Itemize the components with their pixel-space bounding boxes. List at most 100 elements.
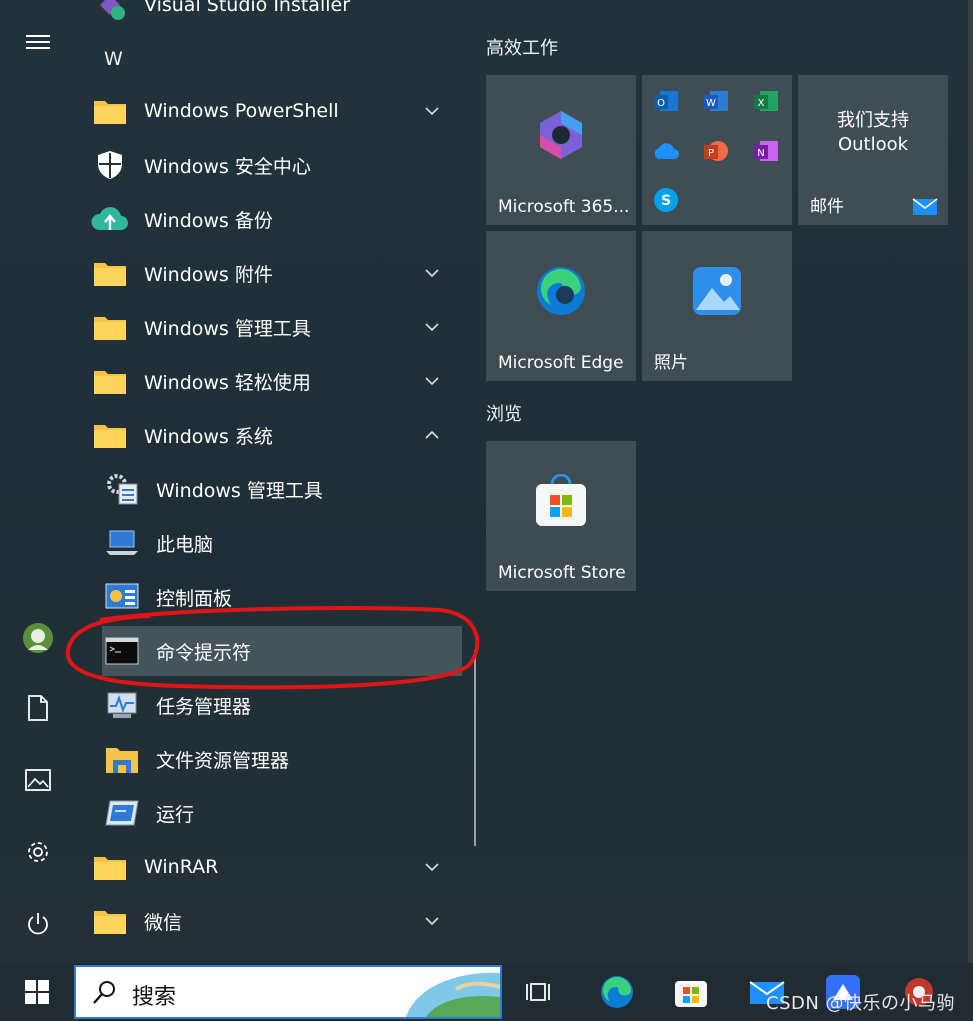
chevron-down-icon [425, 917, 439, 926]
pictures-icon[interactable] [12, 754, 64, 806]
app-subitem-task-manager[interactable]: 任务管理器 [102, 680, 462, 730]
onedrive-icon [652, 137, 680, 165]
app-subitem-command-prompt[interactable]: 命令提示符 [102, 626, 462, 676]
photos-icon [642, 231, 792, 351]
chevron-down-icon [425, 377, 439, 386]
search-box[interactable]: 搜索 [74, 965, 502, 1019]
section-letter: W [104, 48, 123, 70]
app-item-label: WinRAR [144, 856, 219, 878]
group-title-productivity: 高效工作 [486, 38, 558, 59]
windows-start-icon[interactable] [16, 971, 58, 1013]
chevron-up-icon [425, 430, 439, 439]
task-view-icon[interactable] [518, 971, 560, 1013]
svg-text:N: N [757, 148, 764, 159]
chevron-down-icon [425, 863, 439, 872]
this-pc-icon [102, 523, 142, 563]
outlook-icon: O [652, 87, 680, 115]
outlook-promo-text: 我们支持 Outlook [798, 109, 948, 157]
run-icon [102, 793, 142, 833]
app-list: Visual Studio Installer W Windows PowerS… [76, 0, 476, 963]
app-item-label: Windows PowerShell [144, 100, 339, 122]
folder-icon [90, 847, 130, 887]
app-item-label: 任务管理器 [156, 695, 252, 718]
skype-icon: S [652, 186, 680, 214]
app-item-label: 控制面板 [156, 587, 233, 610]
group-title-browse: 浏览 [486, 404, 522, 425]
app-item-label: Windows 附件 [144, 263, 273, 286]
power-icon[interactable] [12, 898, 64, 950]
excel-icon: X [752, 87, 780, 115]
tile-office-apps-folder[interactable]: O W X P N S [642, 75, 792, 225]
user-avatar[interactable] [12, 612, 64, 664]
app-subitem-run[interactable]: 运行 [102, 788, 462, 838]
app-item-label: 命令提示符 [156, 641, 252, 664]
svg-text:S: S [661, 193, 671, 209]
search-highlight-globe-icon [406, 972, 500, 1017]
settings-icon[interactable] [12, 826, 64, 878]
app-subitem-file-explorer[interactable]: 文件资源管理器 [102, 734, 462, 784]
app-item-label: Visual Studio Installer [144, 0, 351, 16]
app-item-windows-ease-of-access[interactable]: Windows 轻松使用 [90, 356, 462, 406]
tiles-area: 高效工作 Microsoft 365... O W X P N S 我们支持 O… [476, 0, 968, 963]
tile-label: Microsoft Store [498, 563, 626, 583]
app-item-label: 此电脑 [156, 533, 214, 556]
search-placeholder: 搜索 [132, 985, 177, 1010]
documents-icon[interactable] [12, 682, 64, 734]
word-icon: W [702, 87, 730, 115]
tile-label: 照片 [654, 353, 688, 373]
csdn-watermark: CSDN @快乐の小马驹 [766, 993, 956, 1014]
edge-icon [486, 231, 636, 351]
app-item-label: Windows 系统 [144, 425, 273, 448]
chevron-down-icon [425, 269, 439, 278]
app-item-windows-security[interactable]: Windows 安全中心 [90, 140, 462, 190]
outlook-promo-line1: 我们支持 [837, 110, 909, 131]
svg-text:P: P [708, 148, 714, 159]
app-item-label: Windows 轻松使用 [144, 371, 311, 394]
folder-icon [90, 361, 130, 401]
svg-text:X: X [758, 98, 765, 109]
app-item-label: Windows 管理工具 [156, 479, 323, 502]
app-item-label: Windows 安全中心 [144, 155, 311, 178]
app-item-visual-studio-installer[interactable]: Visual Studio Installer [90, 0, 462, 30]
folder-icon [90, 253, 130, 293]
app-item-label: 微信 [144, 911, 183, 934]
app-subitem-control-panel[interactable]: 控制面板 [102, 572, 462, 622]
cmd-icon [102, 631, 142, 671]
powerpoint-icon: P [702, 137, 730, 165]
app-item-windows-system[interactable]: Windows 系统 [90, 410, 462, 460]
app-subitem-this-pc[interactable]: 此电脑 [102, 518, 462, 568]
tile-photos[interactable]: 照片 [642, 231, 792, 381]
vs-installer-icon [90, 0, 130, 25]
file-explorer-icon [102, 739, 142, 779]
app-item-windows-admin-tools[interactable]: Windows 管理工具 [90, 302, 462, 352]
tile-label: Microsoft 365... [498, 197, 630, 217]
tile-microsoft-365[interactable]: Microsoft 365... [486, 75, 636, 225]
start-menu: Visual Studio Installer W Windows PowerS… [0, 0, 968, 963]
app-item-label: Windows 管理工具 [144, 317, 311, 340]
control-panel-icon [102, 577, 142, 617]
app-item-windows-powershell[interactable]: Windows PowerShell [90, 86, 462, 136]
app-item-windows-accessories[interactable]: Windows 附件 [90, 248, 462, 298]
task-manager-icon [102, 685, 142, 725]
app-item-windows-backup[interactable]: Windows 备份 [90, 194, 462, 244]
app-item-wechat[interactable]: 微信 [90, 896, 462, 946]
folder-icon [90, 307, 130, 347]
tile-microsoft-edge[interactable]: Microsoft Edge [486, 231, 636, 381]
taskbar-store-icon[interactable] [670, 971, 712, 1013]
admin-tools-icon [102, 469, 142, 509]
store-icon [486, 441, 636, 561]
taskbar: 搜索 CSDN @快乐の小马驹 [0, 963, 973, 1021]
outlook-promo-line2: Outlook [837, 134, 909, 155]
app-item-winrar[interactable]: WinRAR [90, 842, 462, 892]
app-item-label: 运行 [156, 803, 195, 826]
folder-icon [90, 91, 130, 131]
app-subitem-admin-tools[interactable]: Windows 管理工具 [102, 464, 462, 514]
chevron-down-icon [425, 323, 439, 332]
tile-mail[interactable]: 我们支持 Outlook 邮件 [798, 75, 948, 225]
tile-microsoft-store[interactable]: Microsoft Store [486, 441, 636, 591]
start-rail [0, 0, 76, 963]
microsoft-365-icon [486, 75, 636, 195]
tile-label: Microsoft Edge [498, 353, 624, 373]
taskbar-edge-icon[interactable] [596, 971, 638, 1013]
hamburger-icon[interactable] [12, 16, 64, 68]
